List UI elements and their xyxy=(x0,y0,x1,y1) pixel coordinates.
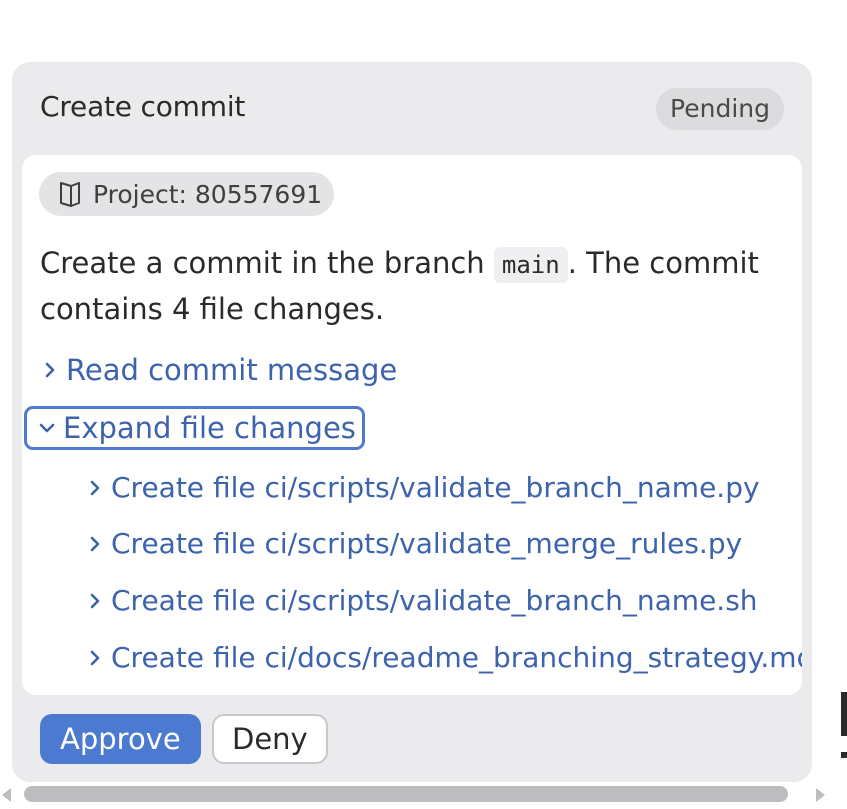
chevron-right-icon xyxy=(90,536,100,551)
scroll-left-arrow-icon[interactable] xyxy=(2,788,11,802)
project-chip: Project: 80557691 xyxy=(39,172,335,216)
card-title: Create commit xyxy=(40,90,246,123)
file-change-item[interactable]: Create file ci/scripts/validate_merge_ru… xyxy=(85,527,742,560)
status-badge: Pending xyxy=(656,88,784,130)
read-commit-message-label: Read commit message xyxy=(66,353,398,387)
chevron-right-icon xyxy=(90,480,100,495)
commit-description: Create a commit in the branch main. The … xyxy=(40,241,790,331)
approve-button[interactable]: Approve xyxy=(40,714,201,764)
expand-file-changes-toggle[interactable]: Expand file changes xyxy=(24,406,365,450)
scrollbar-thumb[interactable] xyxy=(24,786,788,802)
commit-details-panel: Project: 80557691 Create a commit in the… xyxy=(22,155,802,695)
chevron-right-icon xyxy=(45,362,55,378)
chevron-down-icon xyxy=(39,423,55,433)
branch-name: main xyxy=(493,247,568,283)
chevron-right-icon xyxy=(90,593,100,608)
file-change-label: Create file ci/scripts/validate_branch_n… xyxy=(111,584,758,617)
edge-fragment xyxy=(841,692,847,736)
expand-file-changes-label: Expand file changes xyxy=(63,411,356,445)
read-commit-message-toggle[interactable]: Read commit message xyxy=(40,353,397,387)
book-icon xyxy=(60,182,80,207)
file-change-item[interactable]: Create file ci/docs/readme_branching_str… xyxy=(85,641,802,674)
commit-card: Create commit Pending Project: 80557691 … xyxy=(12,62,812,782)
scroll-right-arrow-icon[interactable] xyxy=(816,788,825,802)
file-change-label: Create file ci/scripts/validate_merge_ru… xyxy=(111,527,743,560)
file-change-item[interactable]: Create file ci/scripts/validate_branch_n… xyxy=(85,584,758,617)
project-label: Project: 80557691 xyxy=(93,179,323,209)
edge-fragment xyxy=(841,752,847,758)
chevron-right-icon xyxy=(90,650,100,665)
file-change-item[interactable]: Create file ci/scripts/validate_branch_n… xyxy=(85,471,760,504)
horizontal-scrollbar[interactable] xyxy=(0,782,847,809)
file-change-label: Create file ci/scripts/validate_branch_n… xyxy=(111,471,760,504)
page: Create commit Pending Project: 80557691 … xyxy=(0,0,847,809)
description-text-before: Create a commit in the branch xyxy=(40,246,494,280)
file-change-label: Create file ci/docs/readme_branching_str… xyxy=(111,641,802,674)
deny-button[interactable]: Deny xyxy=(212,714,328,764)
